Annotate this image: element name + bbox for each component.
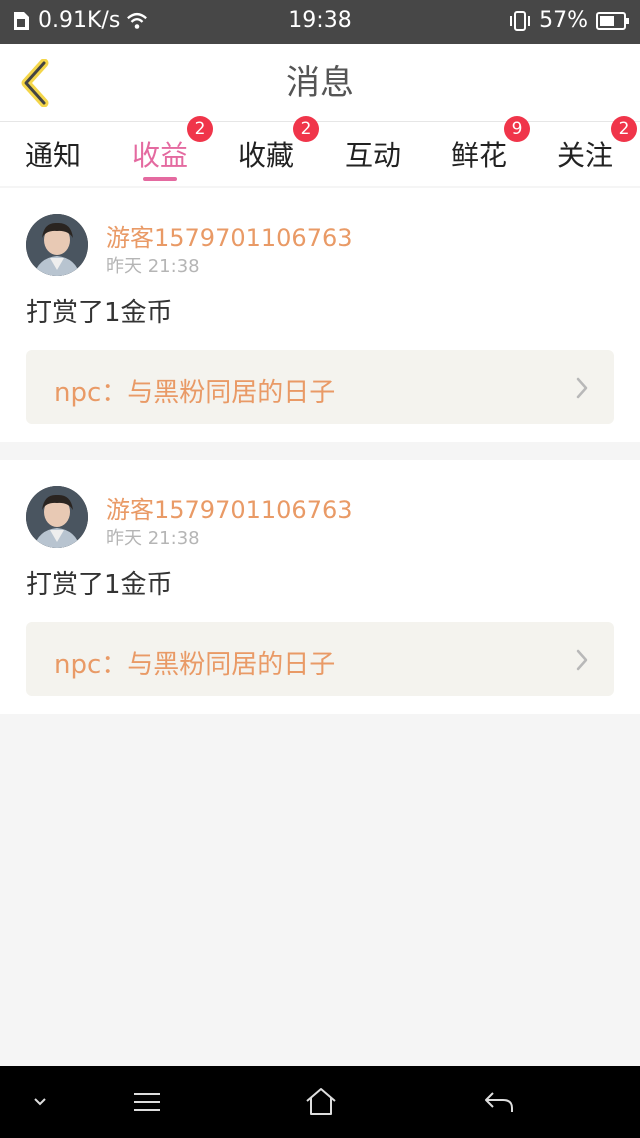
back-system-button[interactable]	[480, 1084, 518, 1120]
tab-follows[interactable]: 关注 2	[532, 116, 638, 186]
battery-percent: 57%	[539, 8, 588, 33]
avatar[interactable]	[26, 486, 88, 548]
back-button[interactable]	[10, 58, 60, 108]
book-link-title: npc：与黑粉同居的日子	[54, 378, 336, 408]
message-text: 打赏了1金币	[26, 298, 173, 328]
unread-badge: 2	[611, 116, 637, 142]
header: 消息	[0, 44, 640, 122]
unread-badge: 2	[293, 116, 319, 142]
vibrate-phone-icon	[510, 10, 531, 31]
book-link-title: npc：与黑粉同居的日子	[54, 650, 336, 680]
chevron-down-icon	[34, 1098, 46, 1106]
unread-badge: 2	[187, 116, 213, 142]
tab-label: 互动	[344, 139, 401, 172]
messages-screen: 0.91K/s 19:38 57% 消息 通知 收益 2 收藏 2 互动 鲜花 …	[0, 0, 640, 1138]
message-card: 游客1579701106763 昨天 21:38 打赏了1金币 npc：与黑粉同…	[0, 188, 640, 442]
message-text: 打赏了1金币	[26, 570, 173, 600]
menu-icon	[134, 1093, 160, 1111]
home-icon	[306, 1088, 336, 1115]
back-arrow-icon	[21, 59, 49, 107]
tab-bar: 通知 收益 2 收藏 2 互动 鲜花 9 关注 2	[0, 116, 640, 186]
user-avatar-icon	[26, 214, 88, 276]
wifi-icon	[127, 12, 148, 29]
tab-flowers[interactable]: 鲜花 9	[426, 116, 532, 186]
avatar[interactable]	[26, 214, 88, 276]
message-time: 昨天 21:38	[106, 256, 200, 277]
chevron-right-icon	[576, 377, 588, 399]
message-card: 游客1579701106763 昨天 21:38 打赏了1金币 npc：与黑粉同…	[0, 460, 640, 714]
menu-button[interactable]	[128, 1084, 166, 1120]
network-speed: 0.91K/s	[38, 8, 121, 33]
tab-label: 收藏	[237, 139, 294, 172]
tab-notifications[interactable]: 通知	[0, 122, 106, 186]
user-avatar-icon	[26, 486, 88, 548]
tab-favorites[interactable]: 收藏 2	[213, 116, 319, 186]
active-tab-indicator	[143, 177, 177, 181]
home-button[interactable]	[302, 1084, 340, 1120]
chevron-right-icon	[576, 649, 588, 671]
page-title: 消息	[286, 63, 354, 103]
tab-label: 关注	[556, 139, 613, 172]
book-link[interactable]: npc：与黑粉同居的日子	[26, 622, 614, 696]
sender-name[interactable]: 游客1579701106763	[106, 490, 353, 525]
tab-label: 通知	[24, 139, 81, 172]
status-bar: 0.91K/s 19:38 57%	[0, 0, 640, 44]
sim-card-icon	[14, 11, 29, 30]
collapse-button[interactable]	[26, 1084, 54, 1120]
unread-badge: 9	[504, 116, 530, 142]
book-link[interactable]: npc：与黑粉同居的日子	[26, 350, 614, 424]
sender-name[interactable]: 游客1579701106763	[106, 218, 353, 253]
system-nav-bar	[0, 1066, 640, 1138]
status-left: 0.91K/s	[10, 8, 148, 33]
status-right: 57%	[509, 8, 630, 33]
tab-label: 收益	[131, 139, 188, 172]
tab-interactions[interactable]: 互动	[320, 122, 426, 186]
tab-label: 鲜花	[450, 139, 507, 172]
tab-earnings[interactable]: 收益 2	[107, 116, 213, 186]
battery-icon	[596, 11, 629, 30]
message-time: 昨天 21:38	[106, 528, 200, 549]
return-arrow-icon	[485, 1092, 513, 1112]
